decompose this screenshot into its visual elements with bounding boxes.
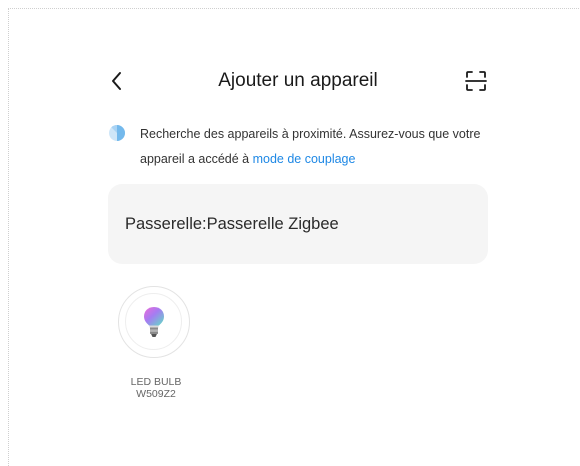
- device-name-line2: W509Z2: [136, 388, 176, 400]
- light-bulb-icon: [144, 307, 164, 337]
- scan-button[interactable]: [464, 69, 488, 93]
- device-name-line1: LED BULB: [130, 376, 182, 388]
- chevron-left-icon: [112, 72, 121, 90]
- back-button[interactable]: [106, 68, 128, 94]
- device-icon-inner: [125, 293, 182, 350]
- notice-text: Recherche des appareils à proximité. Ass…: [140, 122, 500, 172]
- gateway-label: Passerelle:Passerelle Zigbee: [125, 215, 339, 233]
- pairing-mode-link[interactable]: mode de couplage: [253, 152, 356, 166]
- page-title: Ajouter un appareil: [218, 70, 378, 91]
- device-name: LED BULB W509Z2: [106, 376, 206, 400]
- loading-spinner-icon: [108, 124, 126, 142]
- scan-frame-icon: [465, 71, 487, 91]
- gateway-selector[interactable]: Passerelle:Passerelle Zigbee: [108, 184, 488, 264]
- device-icon-circle: [118, 286, 190, 358]
